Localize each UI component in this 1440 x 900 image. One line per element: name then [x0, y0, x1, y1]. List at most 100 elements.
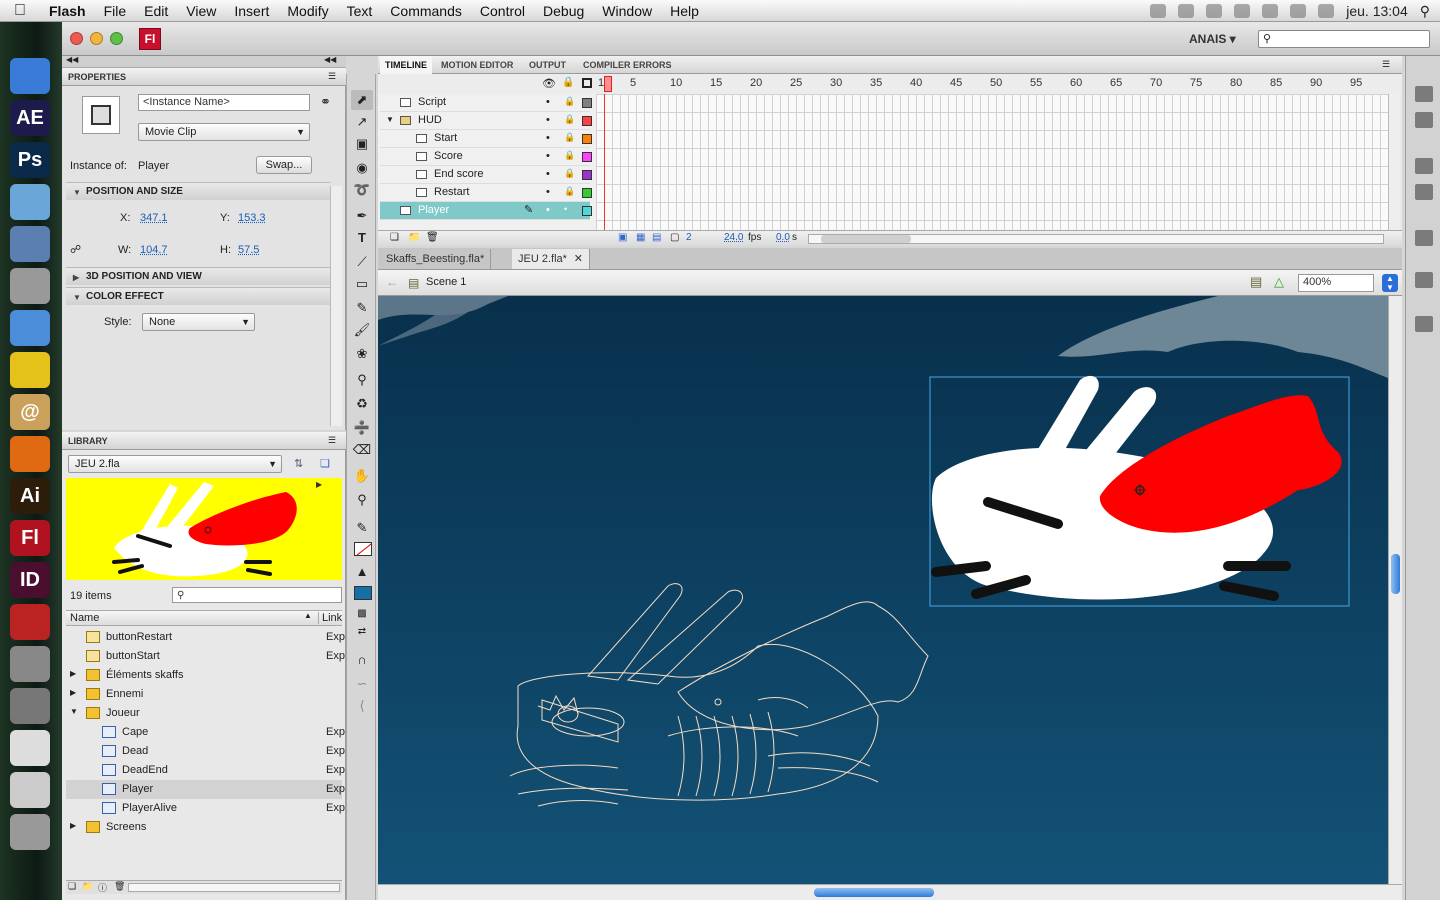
expand-triangle-icon[interactable]: ▶: [70, 669, 76, 678]
tab-output[interactable]: OUTPUT: [524, 56, 571, 74]
eraser-tool-icon[interactable]: ⌫: [351, 440, 373, 460]
color-panel-icon[interactable]: [1415, 158, 1433, 174]
swap-colors-icon[interactable]: ⇄: [351, 622, 373, 642]
expand-triangle-icon[interactable]: ▶: [70, 821, 76, 830]
menu-debug[interactable]: Debug: [534, 3, 593, 19]
timeline-vscrollbar[interactable]: [1388, 94, 1400, 230]
playhead-icon[interactable]: [604, 76, 612, 92]
elapsed-time[interactable]: 0.0: [776, 232, 790, 243]
illustrator-icon[interactable]: Ai: [10, 478, 50, 514]
collapse-triangle-icon[interactable]: ▼: [70, 707, 78, 716]
menu-file[interactable]: File: [95, 3, 136, 19]
itunes-icon[interactable]: [10, 310, 50, 346]
menu-edit[interactable]: Edit: [135, 3, 177, 19]
timeline-hscrollbar[interactable]: [808, 234, 1384, 244]
close-window-button[interactable]: [70, 32, 83, 45]
status-menu-icon[interactable]: [1178, 4, 1195, 18]
subselection-tool-icon[interactable]: ↗: [351, 112, 373, 132]
firefox-icon[interactable]: [10, 436, 50, 472]
outline-color-swatch[interactable]: [582, 206, 592, 216]
apple-menu-icon[interactable]: : [0, 2, 40, 20]
spotlight-icon[interactable]: ⚲: [1420, 3, 1430, 20]
doc-tab-skaffs[interactable]: Skaffs_Beesting.fla*: [380, 249, 492, 269]
lock-toggle[interactable]: 🔒: [564, 96, 575, 107]
lock-all-icon[interactable]: 🔒: [562, 77, 574, 88]
outline-all-icon[interactable]: [582, 78, 592, 88]
timeline-layer[interactable]: Script • 🔒: [380, 94, 592, 112]
doc-tab-jeu2[interactable]: JEU 2.fla* ✕: [512, 249, 590, 269]
document-icon[interactable]: [10, 772, 50, 808]
outline-color-swatch[interactable]: [582, 152, 592, 162]
motion-presets-icon[interactable]: [1415, 272, 1433, 288]
menu-help[interactable]: Help: [661, 3, 708, 19]
properties-icon[interactable]: ⓘ: [98, 881, 107, 894]
finder-icon[interactable]: [10, 58, 50, 94]
menu-text[interactable]: Text: [338, 3, 382, 19]
components-panel-icon[interactable]: [1415, 230, 1433, 246]
menu-view[interactable]: View: [177, 3, 225, 19]
tab-timeline[interactable]: TIMELINE: [380, 56, 432, 74]
stroke-none-swatch[interactable]: [354, 542, 372, 556]
onion-skin-icon[interactable]: ▦: [636, 232, 645, 243]
name-column-header[interactable]: Name: [70, 612, 99, 624]
color-style-select[interactable]: None ▼: [142, 313, 255, 331]
tab-compiler-errors[interactable]: COMPILER ERRORS: [578, 56, 677, 74]
menu-modify[interactable]: Modify: [278, 3, 337, 19]
minimize-window-button[interactable]: [90, 32, 103, 45]
expand-triangle-icon[interactable]: ▶: [70, 688, 76, 697]
link-column-header[interactable]: Link: [318, 612, 342, 624]
battery-icon[interactable]: [1318, 4, 1335, 18]
pdf-icon[interactable]: [10, 604, 50, 640]
stage[interactable]: [378, 296, 1388, 884]
position-size-section[interactable]: ▼ POSITION AND SIZE: [66, 182, 330, 200]
play-preview-icon[interactable]: ▶: [316, 480, 322, 489]
color-effect-section[interactable]: ▼ COLOR EFFECT: [66, 287, 330, 305]
new-library-panel-icon[interactable]: ❏: [320, 457, 330, 470]
panel-menu-icon[interactable]: ☰: [1382, 59, 1390, 70]
frame-grid[interactable]: [596, 94, 1388, 230]
symbol-type-select[interactable]: Movie Clip ▼: [138, 123, 310, 141]
new-folder-icon[interactable]: 📁: [408, 232, 420, 243]
photoshop-icon[interactable]: Ps: [10, 142, 50, 178]
collapse-right-icon[interactable]: ◀◀: [324, 55, 336, 64]
outline-color-swatch[interactable]: [582, 170, 592, 180]
visibility-toggle[interactable]: •: [546, 186, 550, 198]
fill-color-swatch[interactable]: [354, 586, 372, 600]
menu-commands[interactable]: Commands: [381, 3, 471, 19]
3d-position-section[interactable]: ▶ 3D POSITION AND VIEW: [66, 267, 330, 285]
delete-layer-icon[interactable]: 🗑: [426, 232, 439, 243]
3d-rotation-tool-icon[interactable]: ◉: [351, 158, 373, 178]
collapse-left-icon[interactable]: ◀◀: [66, 55, 78, 64]
library-item[interactable]: buttonStart Exp: [66, 647, 345, 666]
snap-to-objects-icon[interactable]: ∩: [351, 650, 373, 670]
indesign-icon[interactable]: ID: [10, 562, 50, 598]
align-panel-icon[interactable]: [1415, 86, 1433, 102]
timeline-layer[interactable]: Player • • ✎: [380, 202, 592, 220]
line-tool-icon[interactable]: ⟋: [351, 252, 373, 272]
library-item[interactable]: Cape Exp: [66, 723, 345, 742]
help-search-input[interactable]: ⚲: [1258, 30, 1430, 48]
hscroll-thumb[interactable]: [814, 888, 934, 897]
properties-scrollbar[interactable]: [330, 186, 342, 426]
straighten-icon[interactable]: ⟨: [351, 696, 373, 716]
textedit-icon[interactable]: [10, 730, 50, 766]
vscroll-thumb[interactable]: [1391, 554, 1400, 594]
edit-instance-icon[interactable]: ⚭: [320, 94, 331, 110]
outline-color-swatch[interactable]: [582, 116, 592, 126]
hand-tool-icon[interactable]: ✋: [351, 466, 373, 486]
edit-scene-icon[interactable]: ▤: [1250, 274, 1262, 290]
center-frame-icon[interactable]: ▣: [618, 232, 627, 243]
library-item[interactable]: ▶ Screens: [66, 818, 342, 837]
frame-rate[interactable]: 24.0: [724, 232, 743, 243]
paint-bucket-tool-icon[interactable]: ♻: [351, 394, 373, 414]
edit-symbols-icon[interactable]: △: [1274, 274, 1284, 290]
edit-multiple-frames-icon[interactable]: ▢: [670, 232, 679, 243]
show-hide-all-icon[interactable]: 👁: [542, 77, 556, 90]
menu-window[interactable]: Window: [593, 3, 661, 19]
selection-tool-icon[interactable]: ⬈: [351, 90, 373, 110]
pen-tool-icon[interactable]: ✒: [351, 206, 373, 226]
visibility-toggle[interactable]: •: [546, 132, 550, 144]
zoom-input[interactable]: 400%: [1298, 274, 1374, 292]
sort-up-icon[interactable]: ▲: [304, 611, 312, 620]
y-value[interactable]: 153.3: [238, 212, 266, 224]
